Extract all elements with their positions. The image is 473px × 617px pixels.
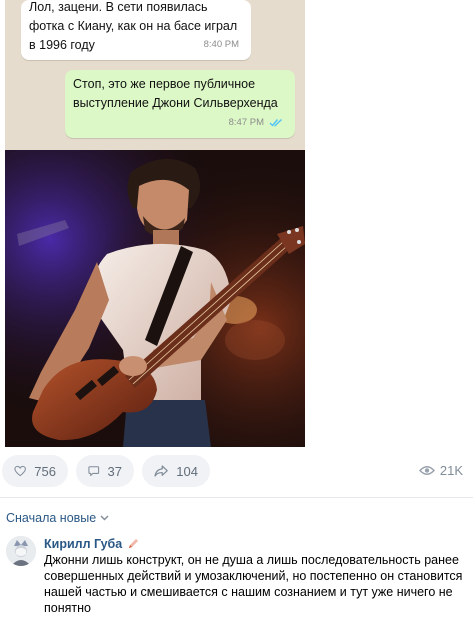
pen-badge-icon: [129, 539, 139, 548]
concert-photo: [5, 150, 305, 447]
chevron-down-icon: [100, 515, 109, 521]
comments-count: 37: [107, 463, 122, 479]
eye-icon: [418, 466, 435, 475]
incoming-message: Лол, зацени. В сети появилась фотка с Ки…: [21, 0, 251, 60]
comment-text: Джонни лишь конструкт, он не душа а лишь…: [44, 553, 463, 615]
comments-sort-dropdown[interactable]: Сначала новые: [6, 511, 109, 525]
comment-button[interactable]: 37: [76, 455, 134, 487]
outgoing-message-text: Стоп, это же первое публичное выступлени…: [73, 77, 278, 110]
like-button[interactable]: 756: [2, 455, 68, 487]
divider: [0, 497, 473, 498]
views-count: 21K: [439, 463, 463, 478]
sort-label: Сначала новые: [6, 511, 97, 525]
post-actions: 756 37 104 21K: [0, 455, 473, 487]
incoming-time-label: 8:40 PM: [203, 39, 239, 50]
author-name: Кирилл Губа: [44, 537, 123, 551]
comment-item: Кирилл Губа Джонни лишь конструкт, он не…: [0, 532, 473, 615]
likes-count: 756: [34, 463, 56, 479]
share-button[interactable]: 104: [142, 455, 210, 487]
avatar[interactable]: [6, 536, 36, 566]
comment-author-link[interactable]: Кирилл Губа: [44, 537, 139, 551]
bassist-photo-graphic: [5, 150, 305, 447]
views-counter: 21K: [418, 463, 463, 478]
outgoing-time-label: 8:47 PM: [228, 117, 264, 128]
incoming-message-time: 8:40 PM: [204, 35, 239, 54]
shares-count: 104: [176, 463, 198, 479]
share-icon: [154, 465, 168, 477]
post-image[interactable]: Лол, зацени. В сети появилась фотка с Ки…: [5, 0, 305, 447]
heart-icon: [14, 465, 26, 477]
outgoing-message-time: 8:47 PM: [229, 113, 283, 132]
outgoing-message: Стоп, это же первое публичное выступлени…: [65, 70, 295, 138]
double-check-icon: [269, 118, 282, 127]
comment-icon: [88, 466, 100, 477]
avatar-image: [6, 536, 36, 566]
